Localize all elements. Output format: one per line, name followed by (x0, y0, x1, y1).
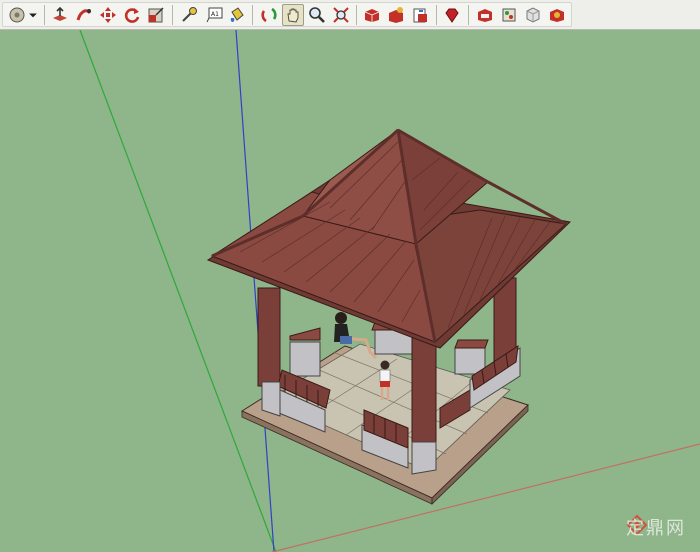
toolbar-separator (172, 5, 173, 25)
pan-hand-icon (287, 8, 299, 23)
tape-measure-tool-button[interactable] (178, 4, 200, 26)
orbit-tool-button[interactable] (258, 4, 280, 26)
model-canvas (79, 30, 700, 552)
watermark: 定鼎网 (626, 514, 686, 540)
get-models-button[interactable] (361, 4, 383, 26)
svg-text:A1: A1 (211, 11, 219, 18)
push-pull-icon (53, 6, 67, 21)
paint-bucket-tool-button[interactable] (226, 4, 248, 26)
sketchup-window: A1 定鼎网 (0, 0, 700, 552)
share-model-icon (389, 7, 403, 23)
watermark-text: 定鼎网 (626, 518, 686, 539)
pan-tool-button[interactable] (282, 4, 304, 26)
toolbar-separator (468, 5, 469, 25)
layers-icon (550, 9, 564, 22)
share-component-icon (413, 8, 427, 23)
select-dropdown-button[interactable] (26, 4, 40, 26)
layers-button[interactable] (546, 4, 568, 26)
share-component-button[interactable] (409, 4, 431, 26)
ruby-icon (445, 8, 459, 23)
push-pull-tool-button[interactable] (49, 4, 71, 26)
post-left-base (261, 381, 281, 417)
zoom-icon (309, 7, 325, 23)
components-button[interactable] (474, 4, 496, 26)
select-circle-icon (9, 7, 25, 23)
select-tool-button[interactable] (6, 4, 28, 26)
warehouse-icon (364, 9, 380, 22)
orbit-icon (261, 7, 277, 23)
tape-measure-icon (182, 7, 197, 22)
components-icon (478, 9, 492, 22)
toolbar: A1 (0, 0, 700, 30)
post-front (411, 329, 437, 449)
gazebo-model[interactable] (206, 128, 572, 505)
toolbar-separator (44, 5, 45, 25)
rotate-icon (124, 8, 140, 23)
rotate-tool-button[interactable] (121, 4, 143, 26)
zoom-extents-icon (333, 7, 349, 23)
text-tool-button[interactable]: A1 (204, 4, 226, 26)
scale-tool-button[interactable] (145, 4, 167, 26)
model-viewport[interactable]: 定鼎网 (0, 30, 700, 552)
move-icon (100, 7, 116, 23)
styles-icon (526, 7, 540, 23)
styles-button[interactable] (522, 4, 544, 26)
post-front-base (411, 441, 437, 475)
materials-icon (502, 8, 516, 22)
follow-me-tool-button[interactable] (73, 4, 95, 26)
toolbar-separator (436, 5, 437, 25)
move-tool-button[interactable] (97, 4, 119, 26)
toolbar-separator (356, 5, 357, 25)
zoom-tool-button[interactable] (306, 4, 328, 26)
dropdown-arrow-icon (29, 13, 37, 18)
text-icon: A1 (206, 7, 223, 23)
materials-button[interactable] (498, 4, 520, 26)
post-back-left (257, 287, 281, 387)
paint-bucket-icon (230, 7, 244, 22)
follow-me-icon (76, 9, 92, 21)
green-axis (79, 30, 277, 552)
ruby-button[interactable] (441, 4, 463, 26)
toolbar-separator (252, 5, 253, 25)
scale-icon (148, 7, 164, 23)
back-bench-left (289, 327, 321, 377)
zoom-extents-tool-button[interactable] (330, 4, 352, 26)
share-model-button[interactable] (385, 4, 407, 26)
